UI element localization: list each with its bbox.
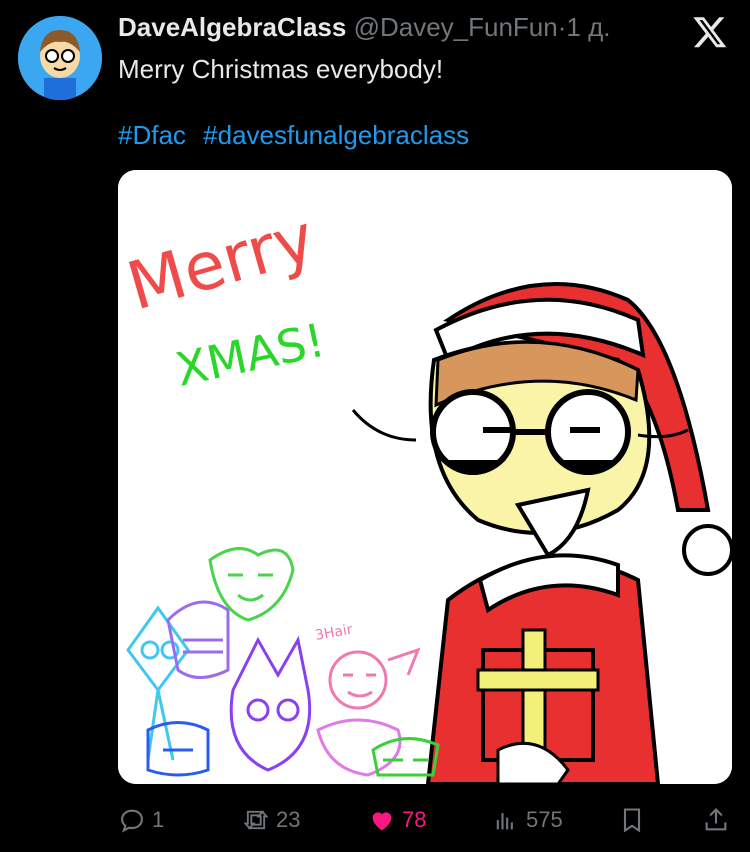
views-button[interactable]: 575 — [492, 800, 563, 840]
heart-filled-icon — [372, 812, 392, 831]
like-count: 78 — [402, 807, 427, 832]
hashtag-link[interactable]: #Dfac — [118, 120, 186, 150]
reply-icon — [121, 809, 143, 833]
tweet-actions: 1 23 78 575 — [118, 800, 732, 840]
display-name[interactable]: DaveAlgebraClass — [118, 12, 346, 42]
x-logo-icon[interactable] — [692, 14, 728, 50]
tweet-media-image[interactable]: Merry XMAS! 3Hair — [118, 170, 732, 784]
timestamp[interactable]: 1 д. — [566, 12, 610, 42]
tweet-text: Merry Christmas everybody! — [118, 54, 444, 84]
hashtags: #Dfac #davesfunalgebraclass — [118, 120, 479, 151]
views-count: 575 — [526, 807, 563, 832]
repost-icon — [243, 810, 269, 830]
bookmark-button[interactable] — [618, 800, 646, 840]
tweet-header: DaveAlgebraClass @Davey_FunFun·1 д. — [118, 12, 670, 43]
avatar-image — [18, 16, 102, 100]
hashtag-link[interactable]: #davesfunalgebraclass — [203, 120, 469, 150]
repost-button[interactable]: 23 — [242, 800, 300, 840]
reply-count: 1 — [152, 807, 165, 832]
views-chart-icon — [496, 813, 513, 830]
share-upload-icon — [705, 808, 727, 831]
user-handle[interactable]: @Davey_FunFun — [354, 12, 558, 42]
reply-button[interactable]: 1 — [118, 800, 164, 840]
repost-count: 23 — [276, 807, 301, 832]
share-button[interactable] — [702, 800, 730, 840]
avatar[interactable] — [18, 16, 102, 100]
like-button[interactable]: 78 — [368, 800, 426, 840]
christmas-drawing: Merry XMAS! 3Hair — [118, 170, 732, 784]
bookmark-icon — [623, 808, 641, 833]
